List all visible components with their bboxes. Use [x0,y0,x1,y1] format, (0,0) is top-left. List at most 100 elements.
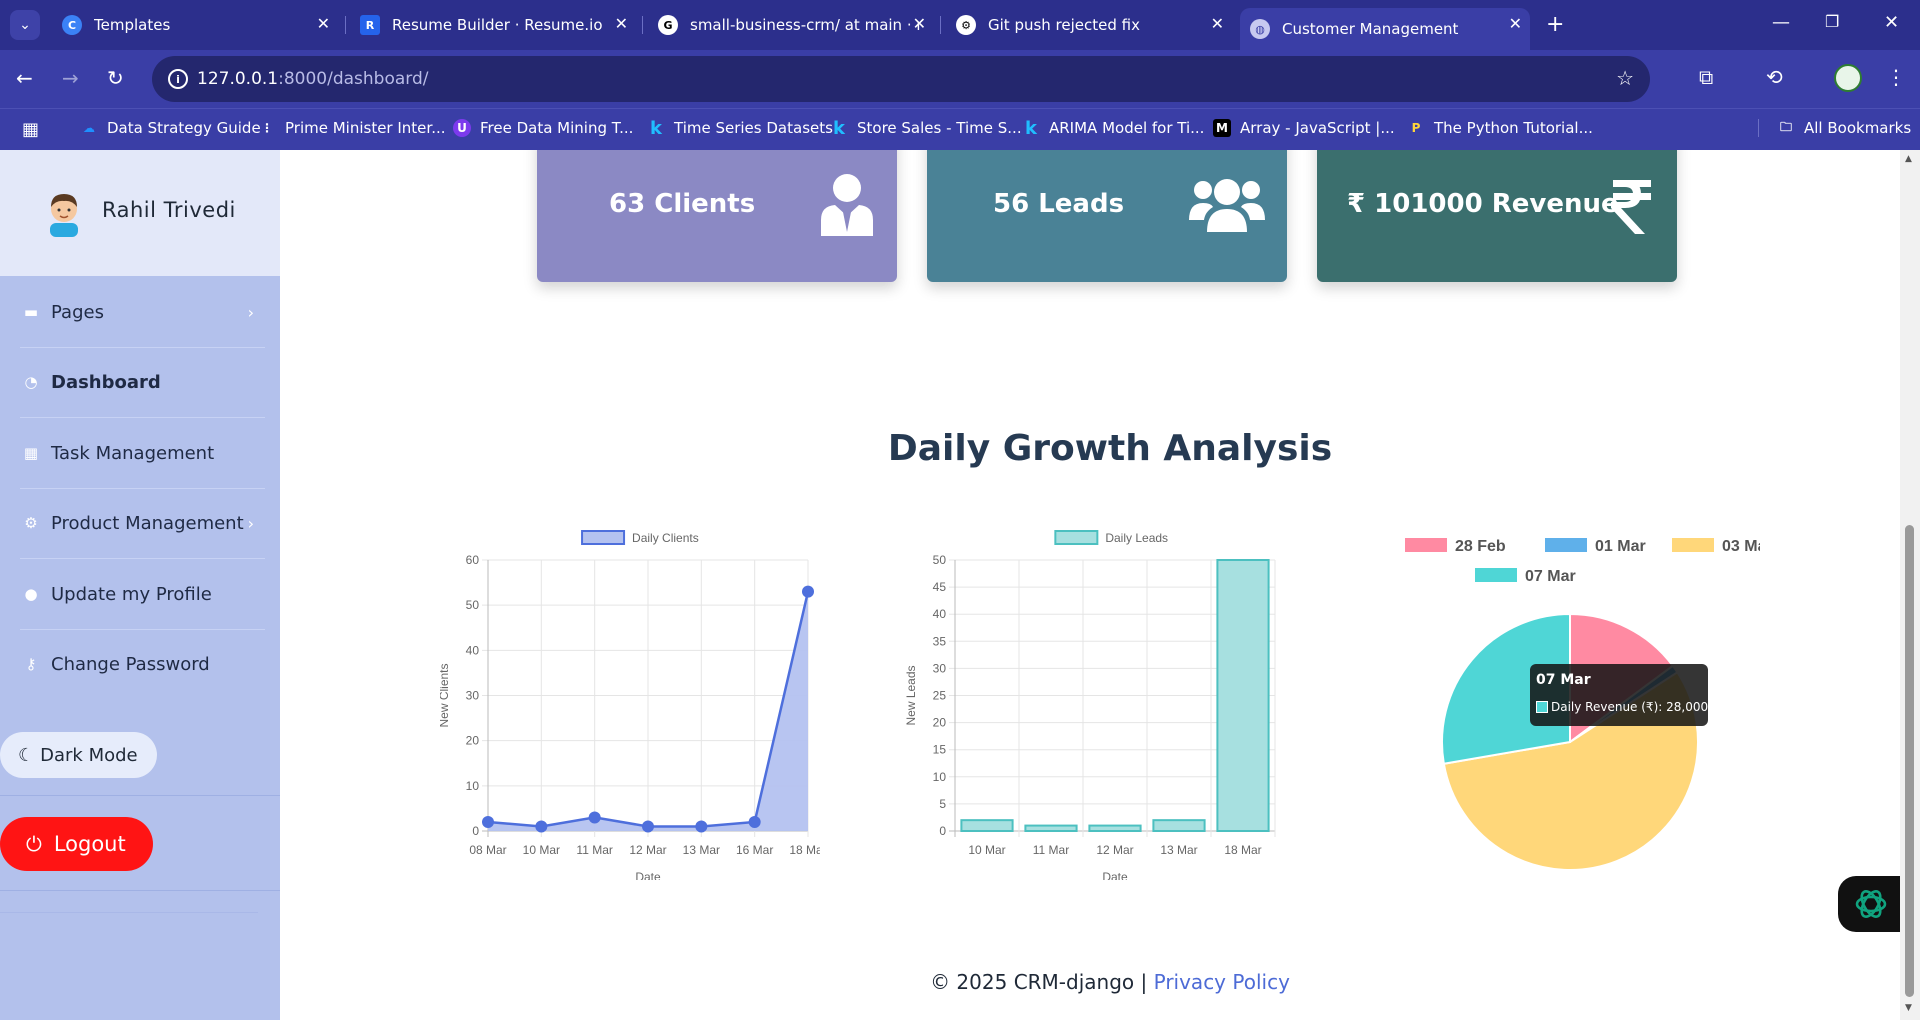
bookmark-item[interactable]: k ARIMA Model for Ti... [1022,118,1204,139]
site-info-icon[interactable]: i [168,69,188,89]
apps-grid-icon[interactable]: ▦ [22,119,39,140]
bookmark-label: The Python Tutorial... [1434,119,1593,137]
browser-tab-strip: ⌄ C Templates ✕ R Resume Builder · Resum… [0,0,1920,50]
gauge-icon: ◔ [24,373,38,391]
sidebar-item-product-management[interactable]: ⚙ Product Management › [0,488,280,558]
python-icon: P [1411,121,1421,135]
close-icon[interactable]: ✕ [1509,14,1522,33]
bookmark-item[interactable]: ☁ Data Strategy Guide [80,119,261,137]
canva-icon: C [62,15,82,35]
section-title: Daily Growth Analysis [887,428,1333,469]
bar [960,819,1014,833]
folder-icon: ▬ [23,303,39,321]
bookmark-label: Free Data Mining T... [480,119,634,137]
globe-icon: ◍ [1250,19,1270,39]
close-icon[interactable]: ✕ [317,14,330,33]
history-icon[interactable]: ⟲ [1766,65,1783,89]
dashboard-main: 63 Clients 56 Leads ₹ 101000 Revenue Dai… [280,150,1900,1020]
restore-icon[interactable]: ❐ [1825,12,1839,31]
legend-label: 28 Feb [1455,538,1506,555]
users-icon [1189,179,1265,232]
bookmark-item[interactable]: M Array - JavaScript |... [1213,119,1395,137]
sidebar-item-label: Product Management [51,512,244,534]
close-icon[interactable]: ✕ [1211,14,1224,33]
new-tab-button[interactable]: + [1546,12,1564,37]
browser-tab[interactable]: R Resume Builder · Resume.io ✕ [350,8,636,42]
data-point [482,815,494,828]
scroll-thumb[interactable] [1905,525,1914,997]
power-icon: ⏻ [26,832,42,856]
bookmark-item[interactable]: k Time Series Datasets [647,118,833,139]
chatgpt-floating-button[interactable] [1838,876,1904,932]
legend-label: Daily Clients [632,531,699,545]
y-tick-label: 45 [933,580,947,594]
profile-avatar[interactable] [1834,64,1862,92]
chevron-right-icon: › [247,302,254,322]
window-close-icon[interactable]: ✕ [1884,12,1899,33]
y-tick-label: 60 [466,553,480,567]
logout-button[interactable]: ⏻ Logout [0,817,153,871]
scroll-down-icon[interactable]: ▼ [1905,1003,1912,1013]
bookmark-item[interactable]: U Free Data Mining T... [453,119,633,137]
tab-label: small-business-crm/ at main · ra [690,16,920,34]
leads-card: 56 Leads [927,150,1287,282]
bookmark-item[interactable]: P The Python Tutorial... [1407,119,1593,137]
close-icon[interactable]: ✕ [615,14,628,33]
legend-label: 03 Mar [1722,538,1760,555]
minimize-icon[interactable]: — [1772,12,1790,33]
reload-icon[interactable]: ↻ [107,66,124,90]
legend-label: Daily Leads [1105,531,1168,545]
sidebar-item-dashboard[interactable]: ◔ Dashboard [0,347,280,417]
tab-label: Templates [94,16,171,34]
scroll-up-icon[interactable]: ▲ [1905,154,1912,164]
logout-label: Logout [53,832,126,856]
sidebar-divider [0,890,280,891]
bar [1152,819,1206,833]
forward-arrow-icon[interactable]: → [62,66,79,90]
footer-copyright: © 2025 CRM-django | [930,970,1148,994]
bookmark-item[interactable]: k Store Sales - Time S... [830,118,1022,139]
browser-tab[interactable]: ⚙ Git push rejected fix ✕ [946,8,1232,42]
browser-tab-active[interactable]: ◍ Customer Management ✕ [1240,8,1530,50]
privacy-policy-link[interactable]: Privacy Policy [1154,970,1290,994]
chart-tooltip: 07 Mar Daily Revenue (₹): 28,000 [1530,664,1708,726]
tab-label: Git push rejected fix [988,16,1140,34]
bookmark-item[interactable]: ⋮ Prime Minister Inter... [258,119,446,137]
sidebar-item-pages[interactable]: ▬ Pages › [0,277,280,347]
daily-leads-chart[interactable]: 0 5 10 15 20 25 30 35 40 45 50 10 Mar 11 Mar 12 Mar 13… [905,525,1285,880]
sidebar-item-update-profile[interactable]: ● Update my Profile [0,559,280,629]
user-name: Rahil Trivedi [102,198,236,222]
bookmark-star-icon[interactable]: ☆ [1616,66,1634,90]
menu-kebab-icon[interactable]: ⋮ [1886,65,1906,89]
all-bookmarks[interactable]: 🗀 All Bookmarks [1758,119,1911,137]
tab-separator [642,16,643,34]
y-tick-label: 20 [933,716,947,730]
browser-tab[interactable]: C Templates ✕ [52,8,338,42]
y-tick-label: 5 [939,797,946,811]
y-tick-label: 25 [933,689,947,703]
url-text[interactable]: 127.0.0.1:8000/dashboard/ [197,69,429,89]
user-avatar [50,194,78,237]
browser-tab[interactable]: G small-business-crm/ at main · ra ✕ [648,8,934,42]
page-icon: ⋮ [261,121,273,135]
extensions-icon[interactable]: ⧉ [1699,65,1713,89]
tab-search-button[interactable]: ⌄ [10,10,40,40]
sidebar-item-change-password[interactable]: ⚷ Change Password [0,629,280,699]
sidebar-item-task-management[interactable]: ▦ Task Management [0,418,280,488]
address-bar[interactable]: i 127.0.0.1:8000/dashboard/ ☆ [152,56,1650,102]
close-icon[interactable]: ✕ [913,14,926,33]
y-tick-label: 30 [933,661,947,675]
legend-swatch [1405,538,1447,552]
tab-separator [345,16,346,34]
daily-clients-chart[interactable]: 0 10 20 30 40 50 60 08 Mar 10 Mar 11 Mar 12 Mar 13 … [440,525,820,880]
bookmark-label: Store Sales - Time S... [857,119,1022,137]
bookmark-label: Array - JavaScript |... [1240,119,1395,137]
dark-mode-toggle[interactable]: ☾ Dark Mode [0,732,157,778]
openai-icon [1855,890,1887,918]
page-scrollbar[interactable]: ▲ ▼ [1900,150,1920,1020]
sidebar-header: Rahil Trivedi [0,150,280,276]
x-tick-label: 10 Mar [968,843,1005,857]
user-icon: ● [24,585,38,603]
x-axis-label: Date [1102,870,1128,880]
back-arrow-icon[interactable]: ← [16,66,33,90]
